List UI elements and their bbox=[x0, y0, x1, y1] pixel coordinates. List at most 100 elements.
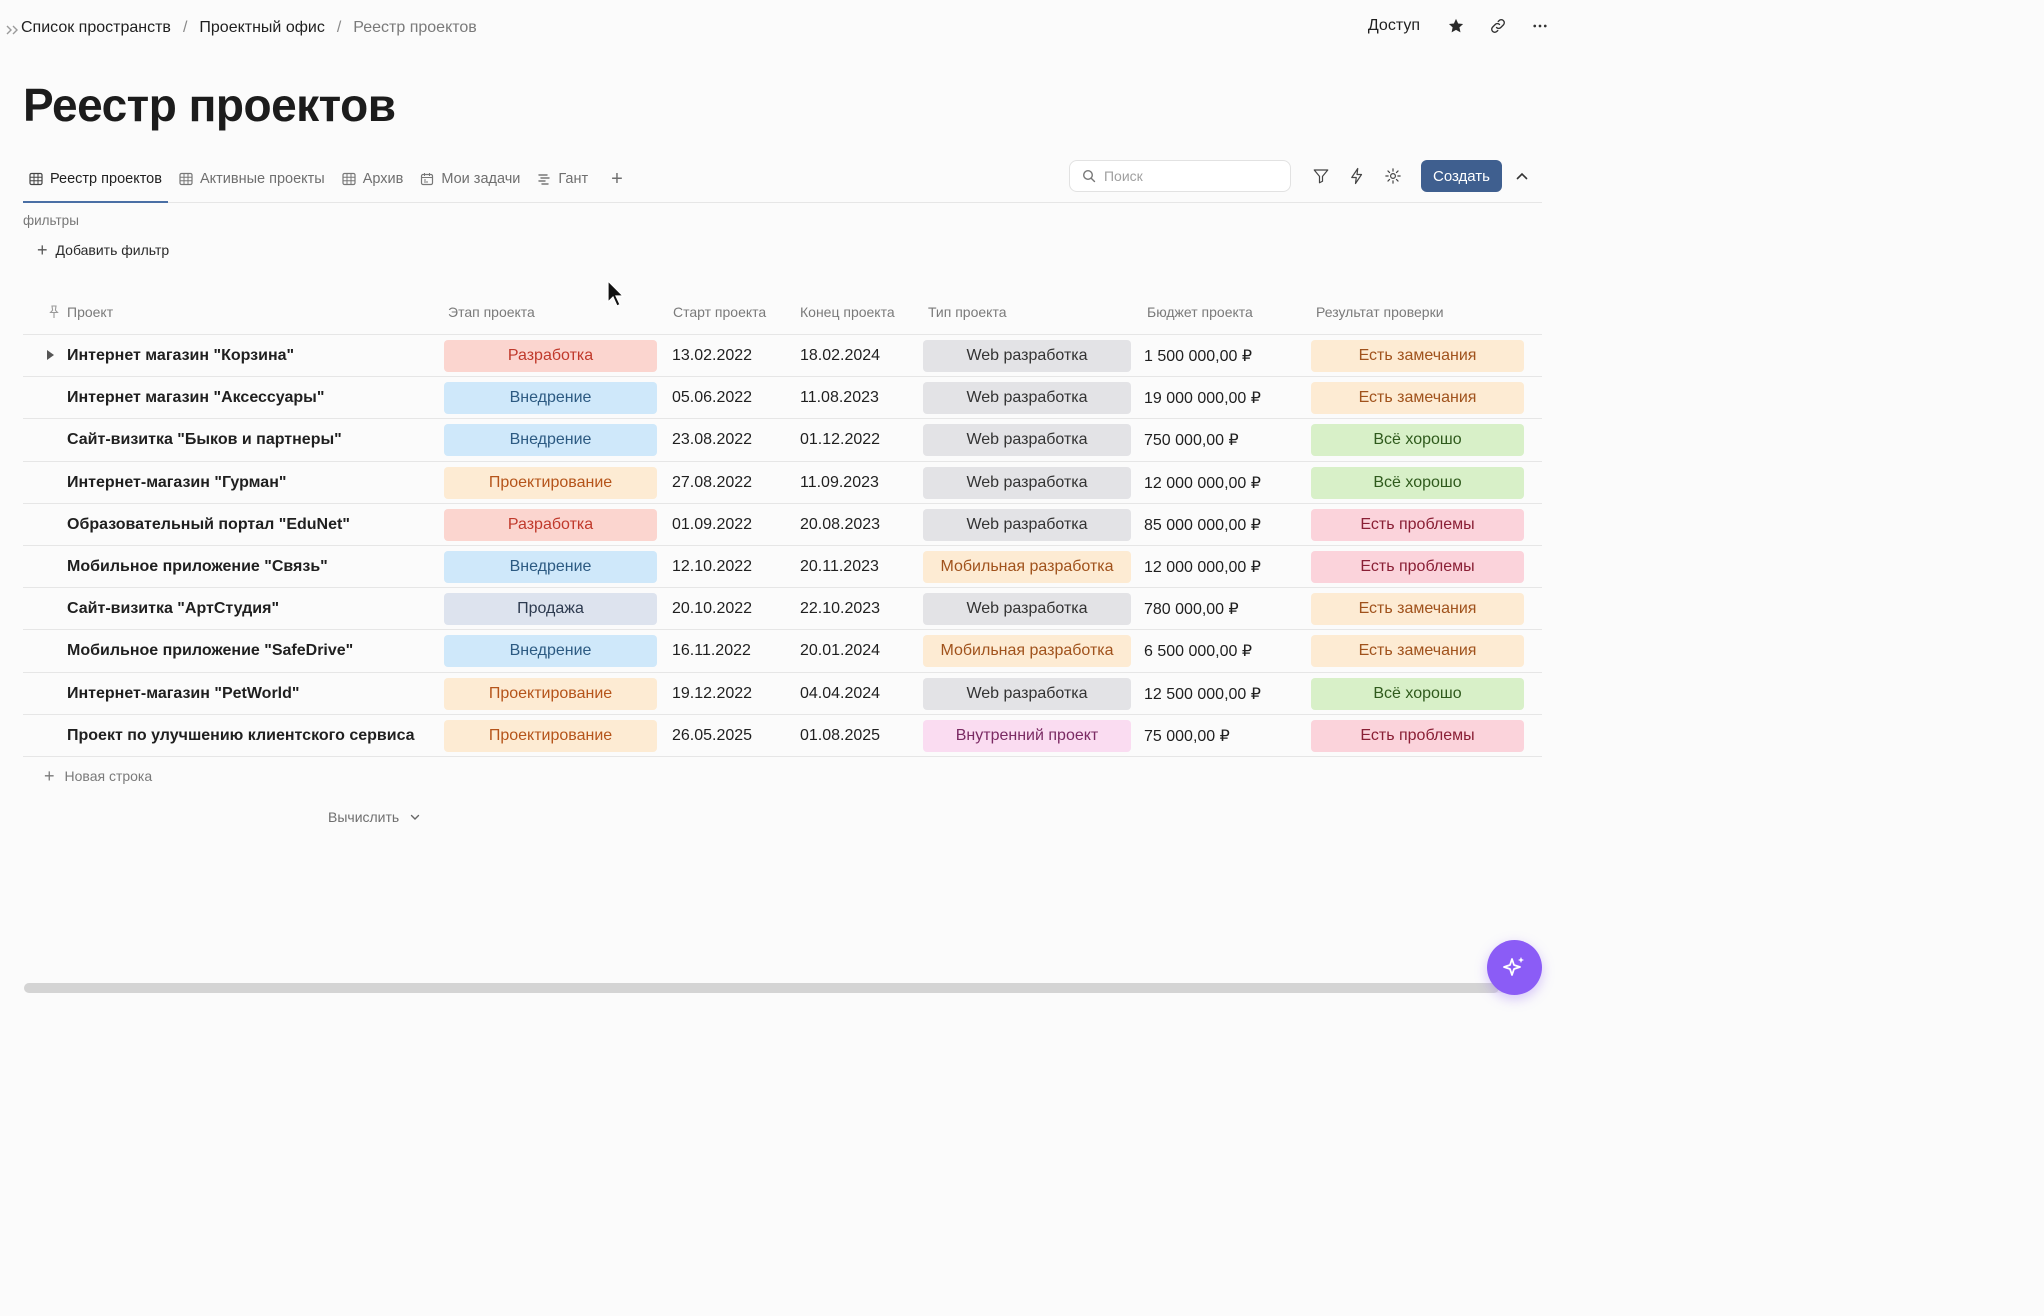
result-badge[interactable]: Всё хорошо bbox=[1311, 424, 1524, 457]
automation-icon[interactable] bbox=[1339, 160, 1375, 192]
column-header-stage[interactable]: Этап проекта bbox=[448, 304, 535, 320]
type-badge[interactable]: Мобильная разработка bbox=[923, 635, 1131, 668]
tab-gantt[interactable]: Гант bbox=[531, 156, 594, 202]
create-button[interactable]: Создать bbox=[1420, 160, 1502, 192]
project-name-cell[interactable]: Проект по улучшению клиентского сервиса bbox=[67, 715, 415, 757]
expand-row-icon[interactable] bbox=[47, 350, 54, 360]
end-date-cell[interactable]: 01.12.2022 bbox=[800, 419, 880, 461]
start-date-cell[interactable]: 16.11.2022 bbox=[672, 630, 751, 672]
stage-badge[interactable]: Продажа bbox=[444, 593, 657, 626]
table-row[interactable]: Интернет-магазин "Гурман" Проектирование 2… bbox=[23, 462, 1542, 504]
project-name-cell[interactable]: Мобильное приложение "Связь" bbox=[67, 546, 328, 588]
result-badge[interactable]: Есть замечания bbox=[1311, 593, 1524, 626]
table-row[interactable]: Интернет магазин "Аксессуары" Внедрение 05… bbox=[23, 377, 1542, 420]
column-header-budget[interactable]: Бюджет проекта bbox=[1147, 304, 1253, 320]
table-row[interactable]: Мобильное приложение "SafeDrive" Внедрени… bbox=[23, 630, 1542, 673]
start-date-cell[interactable]: 27.08.2022 bbox=[672, 462, 752, 504]
start-date-cell[interactable]: 13.02.2022 bbox=[672, 335, 752, 377]
calculate-dropdown[interactable]: Вычислить bbox=[328, 809, 421, 825]
more-icon[interactable] bbox=[1530, 16, 1550, 36]
budget-cell[interactable]: 1 500 000,00 ₽ bbox=[1144, 335, 1252, 377]
result-badge[interactable]: Всё хорошо bbox=[1311, 677, 1524, 710]
stage-badge[interactable]: Разработка bbox=[444, 340, 657, 372]
start-date-cell[interactable]: 12.10.2022 bbox=[672, 546, 752, 588]
project-name-cell[interactable]: Мобильное приложение "SafeDrive" bbox=[67, 630, 353, 672]
column-header-end[interactable]: Конец проекта bbox=[800, 304, 895, 320]
star-icon[interactable] bbox=[1446, 16, 1466, 36]
stage-badge[interactable]: Внедрение bbox=[444, 382, 657, 415]
budget-cell[interactable]: 12 000 000,00 ₽ bbox=[1144, 546, 1261, 588]
start-date-cell[interactable]: 05.06.2022 bbox=[672, 377, 752, 419]
result-badge[interactable]: Есть проблемы bbox=[1311, 508, 1524, 541]
start-date-cell[interactable]: 01.09.2022 bbox=[672, 504, 752, 546]
end-date-cell[interactable]: 20.01.2024 bbox=[800, 630, 880, 672]
type-badge[interactable]: Web разработка bbox=[923, 466, 1131, 499]
result-badge[interactable]: Есть замечания bbox=[1311, 635, 1524, 668]
stage-badge[interactable]: Внедрение bbox=[444, 550, 657, 583]
new-row-button[interactable]: + Новая строка bbox=[44, 767, 152, 785]
type-badge[interactable]: Web разработка bbox=[923, 508, 1131, 541]
link-icon[interactable] bbox=[1488, 16, 1508, 36]
type-badge[interactable]: Web разработка bbox=[923, 593, 1131, 626]
column-header-project[interactable]: Проект bbox=[67, 304, 113, 320]
result-badge[interactable]: Есть замечания bbox=[1311, 382, 1524, 415]
result-badge[interactable]: Всё хорошо bbox=[1311, 466, 1524, 499]
budget-cell[interactable]: 12 000 000,00 ₽ bbox=[1144, 462, 1261, 504]
stage-badge[interactable]: Внедрение bbox=[444, 424, 657, 457]
stage-badge[interactable]: Разработка bbox=[444, 508, 657, 541]
project-name-cell[interactable]: Интернет магазин "Корзина" bbox=[67, 335, 294, 377]
add-filter-button[interactable]: + Добавить фильтр bbox=[37, 241, 169, 259]
project-name-cell[interactable]: Сайт-визитка "АртСтудия" bbox=[67, 588, 279, 630]
scrollbar-thumb[interactable] bbox=[24, 983, 1499, 993]
expand-sidebar-icon[interactable] bbox=[4, 20, 22, 40]
table-row[interactable]: Мобильное приложение "Связь" Внедрение 12.… bbox=[23, 546, 1542, 589]
budget-cell[interactable]: 19 000 000,00 ₽ bbox=[1144, 377, 1261, 419]
result-badge[interactable]: Есть проблемы bbox=[1311, 719, 1524, 752]
end-date-cell[interactable]: 22.10.2023 bbox=[800, 588, 880, 630]
filter-icon[interactable] bbox=[1303, 160, 1339, 192]
stage-badge[interactable]: Проектирование bbox=[444, 677, 657, 710]
tab-active-projects[interactable]: Активные проекты bbox=[173, 156, 331, 202]
budget-cell[interactable]: 75 000,00 ₽ bbox=[1144, 715, 1230, 757]
type-badge[interactable]: Мобильная разработка bbox=[923, 550, 1131, 583]
pin-icon[interactable] bbox=[48, 305, 60, 319]
table-row[interactable]: Интернет магазин "Корзина" Разработка 13.0… bbox=[23, 335, 1542, 378]
tab-registry[interactable]: Реестр проектов bbox=[23, 156, 168, 203]
table-row[interactable]: Проект по улучшению клиентского сервиса П… bbox=[23, 715, 1542, 757]
search-input[interactable] bbox=[1103, 168, 1274, 184]
type-badge[interactable]: Внутренний проект bbox=[923, 719, 1131, 752]
project-name-cell[interactable]: Образовательный портал "EduNet" bbox=[67, 504, 350, 546]
start-date-cell[interactable]: 19.12.2022 bbox=[672, 673, 752, 715]
end-date-cell[interactable]: 11.09.2023 bbox=[800, 462, 879, 504]
table-row[interactable]: Сайт-визитка "АртСтудия" Продажа 20.10.202… bbox=[23, 588, 1542, 631]
stage-badge[interactable]: Проектирование bbox=[444, 719, 657, 752]
tab-archive[interactable]: Архив bbox=[336, 156, 410, 202]
start-date-cell[interactable]: 20.10.2022 bbox=[672, 588, 752, 630]
budget-cell[interactable]: 750 000,00 ₽ bbox=[1144, 419, 1239, 461]
breadcrumb-item-spaces[interactable]: Список пространств bbox=[21, 19, 171, 37]
settings-icon[interactable] bbox=[1375, 160, 1411, 192]
start-date-cell[interactable]: 23.08.2022 bbox=[672, 419, 752, 461]
stage-badge[interactable]: Проектирование bbox=[444, 466, 657, 499]
budget-cell[interactable]: 780 000,00 ₽ bbox=[1144, 588, 1239, 630]
project-name-cell[interactable]: Интернет магазин "Аксессуары" bbox=[67, 377, 324, 419]
add-view-icon[interactable]: + bbox=[611, 168, 623, 191]
type-badge[interactable]: Web разработка bbox=[923, 424, 1131, 457]
access-button[interactable]: Доступ bbox=[1368, 17, 1420, 35]
type-badge[interactable]: Web разработка bbox=[923, 382, 1131, 415]
project-name-cell[interactable]: Интернет-магазин "Гурман" bbox=[67, 462, 286, 504]
result-badge[interactable]: Есть проблемы bbox=[1311, 550, 1524, 583]
end-date-cell[interactable]: 20.08.2023 bbox=[800, 504, 880, 546]
end-date-cell[interactable]: 01.08.2025 bbox=[800, 715, 880, 757]
project-name-cell[interactable]: Интернет-магазин "PetWorld" bbox=[67, 673, 299, 715]
end-date-cell[interactable]: 04.04.2024 bbox=[800, 673, 880, 715]
end-date-cell[interactable]: 20.11.2023 bbox=[800, 546, 879, 588]
budget-cell[interactable]: 12 500 000,00 ₽ bbox=[1144, 673, 1261, 715]
end-date-cell[interactable]: 11.08.2023 bbox=[800, 377, 879, 419]
horizontal-scrollbar[interactable] bbox=[24, 983, 1524, 993]
stage-badge[interactable]: Внедрение bbox=[444, 635, 657, 668]
end-date-cell[interactable]: 18.02.2024 bbox=[800, 335, 880, 377]
type-badge[interactable]: Web разработка bbox=[923, 677, 1131, 710]
project-name-cell[interactable]: Сайт-визитка "Быков и партнеры" bbox=[67, 419, 342, 461]
table-row[interactable]: Образовательный портал "EduNet" Разработк… bbox=[23, 504, 1542, 546]
